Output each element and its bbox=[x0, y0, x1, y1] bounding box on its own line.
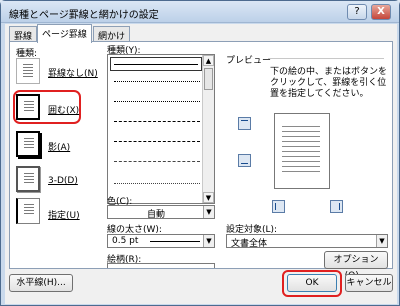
line-style-solid-selected[interactable] bbox=[110, 57, 202, 71]
chevron-down-icon[interactable]: ▼ bbox=[203, 206, 214, 218]
bottom-border-button[interactable] bbox=[238, 154, 251, 167]
border-shading-dialog: 線種とページ罫線と網かけの設定 ? X 罫線 ページ罫線 網かけ 種類: 罫線な… bbox=[0, 0, 400, 306]
scroll-thumb[interactable] bbox=[204, 68, 213, 90]
width-value: 0.5 pt bbox=[112, 236, 139, 246]
scroll-down-icon[interactable]: ▼ bbox=[203, 192, 214, 203]
preview-label: プレビュー bbox=[226, 56, 272, 66]
setting-none-option[interactable]: 罫線なし(N) bbox=[48, 66, 98, 79]
setting-shadow-option[interactable]: 影(A) bbox=[48, 140, 70, 153]
top-border-button[interactable] bbox=[238, 117, 251, 130]
right-border-button[interactable] bbox=[330, 200, 343, 213]
width-sample-line bbox=[150, 241, 200, 242]
line-style-long-dash[interactable] bbox=[114, 141, 200, 142]
preview-page[interactable] bbox=[274, 113, 330, 189]
line-style-dotted[interactable] bbox=[114, 81, 200, 82]
art-dropdown-edge bbox=[107, 263, 215, 268]
preview-instruction-3: 置を指定してください。 bbox=[270, 89, 369, 99]
line-style-dash-dot[interactable] bbox=[114, 161, 200, 162]
title-bar: 線種とページ罫線と網かけの設定 ? X bbox=[1, 1, 399, 23]
dialog-body: 罫線 ページ罫線 網かけ 種類: 罫線なし(N) 囲む(X) 影(A) 3-D(… bbox=[5, 24, 397, 304]
setting-custom-option[interactable]: 指定(U) bbox=[48, 208, 80, 221]
chevron-down-icon[interactable]: ▼ bbox=[203, 235, 214, 247]
line-style-list[interactable]: ▲ ▼ bbox=[107, 54, 215, 204]
horizontal-line-button[interactable]: 水平線(H)... bbox=[9, 274, 73, 292]
preview-separator bbox=[268, 58, 384, 59]
cancel-button[interactable]: キャンセル bbox=[345, 274, 393, 292]
help-button[interactable]: ? bbox=[347, 4, 367, 20]
setting-custom-icon[interactable] bbox=[16, 198, 40, 224]
apply-to-value: 文書全体 bbox=[231, 239, 268, 249]
left-border-button[interactable] bbox=[272, 200, 285, 213]
setting-3d-icon[interactable] bbox=[16, 166, 40, 192]
ok-button[interactable]: OK bbox=[287, 274, 337, 292]
line-style-dash-dot-dot[interactable] bbox=[114, 183, 200, 184]
setting-box-option[interactable]: 囲む(X) bbox=[48, 103, 79, 116]
line-style-dashed[interactable] bbox=[114, 121, 200, 122]
tab-page-border[interactable]: ページ罫線 bbox=[37, 24, 92, 43]
dialog-title: 線種とページ罫線と網かけの設定 bbox=[9, 10, 159, 21]
width-dropdown[interactable]: 0.5 pt ▼ bbox=[107, 234, 215, 248]
setting-3d-option[interactable]: 3-D(D) bbox=[48, 176, 78, 186]
line-style-fine-dotted[interactable] bbox=[114, 101, 200, 102]
scroll-up-icon[interactable]: ▲ bbox=[203, 55, 214, 66]
color-dropdown[interactable]: 自動 ▼ bbox=[107, 205, 215, 220]
chevron-down-icon[interactable]: ▼ bbox=[376, 235, 387, 247]
style-list-scrollbar[interactable]: ▲ ▼ bbox=[202, 55, 214, 203]
close-button[interactable]: X bbox=[371, 4, 391, 20]
setting-none-icon[interactable] bbox=[16, 58, 40, 84]
color-value: 自動 bbox=[146, 210, 165, 220]
setting-box-icon[interactable] bbox=[16, 94, 40, 120]
page-border-panel: 種類: 罫線なし(N) 囲む(X) 影(A) 3-D(D) 指定(U) 種類(Y… bbox=[9, 41, 393, 281]
setting-shadow-icon[interactable] bbox=[16, 131, 40, 157]
apply-to-dropdown[interactable]: 文書全体 ▼ bbox=[226, 234, 388, 249]
options-button[interactable]: オプション(O)... bbox=[324, 251, 388, 281]
